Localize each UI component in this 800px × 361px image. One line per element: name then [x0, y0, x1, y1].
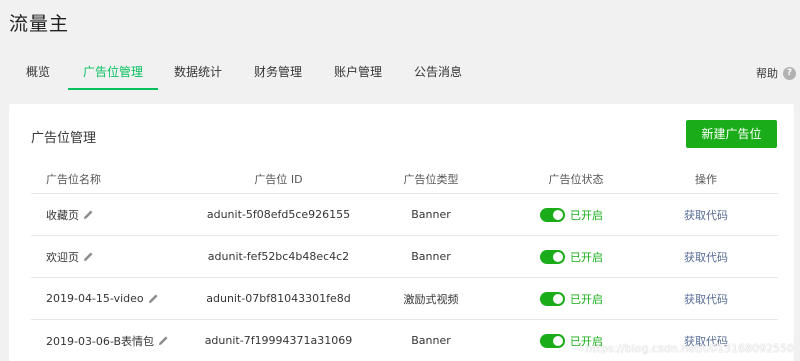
- tab-overview[interactable]: 概览: [22, 60, 54, 90]
- pencil-icon[interactable]: [158, 335, 169, 346]
- column-header-status: 广告位状态: [548, 172, 604, 186]
- ad-slot-type: Banner: [411, 334, 451, 347]
- column-header-type: 广告位类型: [403, 172, 459, 186]
- tab-announcements[interactable]: 公告消息: [413, 60, 463, 90]
- ad-slot-name: 欢迎页: [46, 250, 79, 264]
- tab-ad-slot-management[interactable]: 广告位管理: [68, 60, 158, 90]
- table-header: 广告位名称 广告位 ID 广告位类型 广告位状态 操作: [31, 164, 778, 194]
- table-row: 收藏页 adunit-5f08efd5ce926155 Banner 已开启 获…: [31, 194, 778, 236]
- column-header-actions: 操作: [695, 172, 717, 186]
- column-header-id: 广告位 ID: [254, 172, 303, 186]
- status-toggle[interactable]: [540, 333, 565, 348]
- ad-slot-type: Banner: [411, 208, 451, 221]
- table-row: 2019-04-15-video adunit-07bf81043301fe8d…: [31, 278, 778, 320]
- ad-slot-name: 2019-04-15-video: [46, 292, 144, 305]
- table-row: 欢迎页 adunit-fef52bc4b48ec4c2 Banner 已开启 获…: [31, 236, 778, 278]
- panel-title: 广告位管理: [31, 131, 97, 146]
- status-toggle[interactable]: [540, 249, 565, 264]
- status-toggle[interactable]: [540, 291, 565, 306]
- app-title: 流量主: [9, 13, 70, 35]
- ad-slot-type: Banner: [411, 250, 451, 263]
- status-text: 已开启: [570, 250, 603, 264]
- ad-slot-id: adunit-5f08efd5ce926155: [206, 208, 351, 221]
- ad-slot-id: adunit-fef52bc4b48ec4c2: [207, 250, 350, 263]
- help-link[interactable]: 帮助 ?: [756, 65, 796, 81]
- get-code-link[interactable]: 获取代码: [684, 249, 728, 265]
- main-tabs: 概览 广告位管理 数据统计 财务管理 账户管理 公告消息: [0, 60, 800, 90]
- tab-data-statistics[interactable]: 数据统计: [173, 60, 223, 90]
- pencil-icon[interactable]: [83, 209, 94, 220]
- ad-slot-id: adunit-07bf81043301fe8d: [206, 292, 351, 305]
- help-circle-icon: ?: [783, 66, 796, 80]
- ad-slot-table: 广告位名称 广告位 ID 广告位类型 广告位状态 操作 收藏页 adunit-5…: [31, 164, 778, 361]
- watermark: https://blog.csdn.net/u013168092550: [585, 342, 794, 355]
- pencil-icon[interactable]: [83, 251, 94, 262]
- status-text: 已开启: [570, 208, 603, 222]
- ad-slot-type: 激励式视频: [403, 292, 459, 306]
- ad-slot-id: adunit-7f19994371a31069: [204, 334, 353, 347]
- ad-slot-panel: 广告位管理 新建广告位 广告位名称 广告位 ID 广告位类型 广告位状态 操作 …: [9, 104, 794, 361]
- get-code-link[interactable]: 获取代码: [684, 291, 728, 307]
- create-ad-slot-button[interactable]: 新建广告位: [686, 120, 777, 148]
- ad-slot-name: 2019-03-06-B表情包: [46, 334, 155, 348]
- get-code-link[interactable]: 获取代码: [684, 207, 728, 223]
- ad-slot-name: 收藏页: [46, 208, 79, 222]
- column-header-name: 广告位名称: [46, 172, 101, 186]
- status-toggle[interactable]: [540, 207, 565, 222]
- tab-account-management[interactable]: 账户管理: [333, 60, 383, 90]
- pencil-icon[interactable]: [148, 293, 159, 304]
- status-text: 已开启: [570, 292, 603, 306]
- help-label: 帮助: [756, 67, 778, 80]
- tab-finance-management[interactable]: 财务管理: [253, 60, 303, 90]
